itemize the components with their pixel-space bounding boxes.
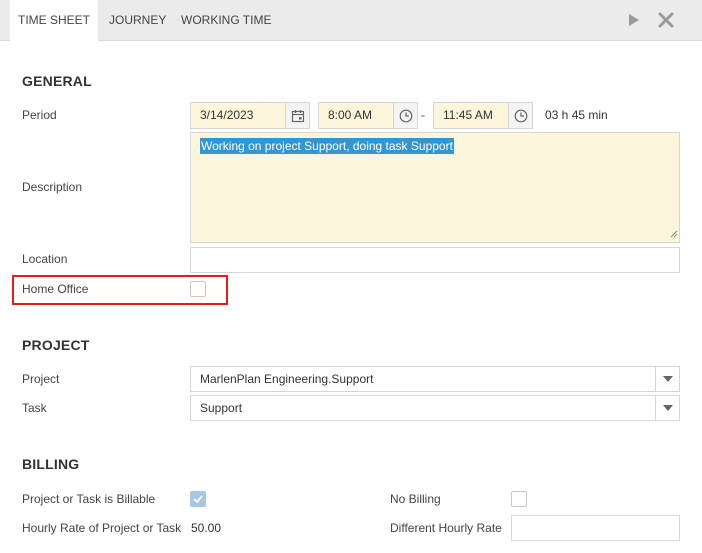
hourly-rate-label: Hourly Rate of Project or Task xyxy=(22,521,182,535)
end-time-value: 11:45 AM xyxy=(443,108,493,122)
no-billing-checkbox[interactable] xyxy=(511,491,527,507)
date-field[interactable]: 3/14/2023 xyxy=(190,102,310,129)
duration-value: 03 h 45 min xyxy=(545,108,608,122)
checkmark-icon xyxy=(193,495,203,504)
project-select[interactable]: MarlenPlan Engineering.Support xyxy=(190,366,680,392)
description-label: Description xyxy=(22,180,83,194)
time-range-separator: - xyxy=(421,108,425,122)
location-input[interactable] xyxy=(190,247,680,273)
calendar-icon[interactable] xyxy=(285,103,309,128)
end-time-field[interactable]: 11:45 AM xyxy=(433,102,533,129)
billable-label: Project or Task is Billable xyxy=(22,492,156,506)
chevron-down-icon[interactable] xyxy=(655,396,679,420)
section-title-general: GENERAL xyxy=(22,73,92,89)
start-time-field[interactable]: 8:00 AM xyxy=(318,102,418,129)
section-title-project: PROJECT xyxy=(22,337,90,353)
billable-checkbox[interactable] xyxy=(190,491,206,507)
description-value: Working on project Support, doing task S… xyxy=(200,138,454,154)
chevron-down-icon[interactable] xyxy=(655,367,679,391)
task-select[interactable]: Support xyxy=(190,395,680,421)
task-value: Support xyxy=(200,401,243,415)
period-label: Period xyxy=(22,108,57,122)
no-billing-label: No Billing xyxy=(390,492,441,506)
resize-handle-icon[interactable] xyxy=(670,227,678,241)
clock-icon[interactable] xyxy=(508,103,532,128)
close-icon[interactable] xyxy=(657,11,675,29)
play-icon[interactable] xyxy=(625,11,643,29)
task-label: Task xyxy=(22,401,47,415)
clock-icon[interactable] xyxy=(393,103,417,128)
tab-working-time[interactable]: WORKING TIME xyxy=(181,0,271,41)
start-time-value: 8:00 AM xyxy=(328,108,373,122)
location-label: Location xyxy=(22,252,68,266)
project-label: Project xyxy=(22,372,60,386)
tab-time-sheet[interactable]: TIME SHEET xyxy=(10,0,98,42)
home-office-highlight-box xyxy=(12,275,228,305)
tab-journey[interactable]: JOURNEY xyxy=(109,0,166,41)
section-title-billing: BILLING xyxy=(22,456,80,472)
project-value: MarlenPlan Engineering.Support xyxy=(200,372,374,386)
hourly-rate-value: 50.00 xyxy=(191,521,222,535)
description-textarea[interactable]: Working on project Support, doing task S… xyxy=(190,132,680,243)
date-value: 3/14/2023 xyxy=(200,108,254,122)
different-rate-label: Different Hourly Rate xyxy=(390,521,502,535)
different-rate-input[interactable] xyxy=(511,515,680,541)
tab-bar: TIME SHEET JOURNEY WORKING TIME xyxy=(0,0,702,42)
